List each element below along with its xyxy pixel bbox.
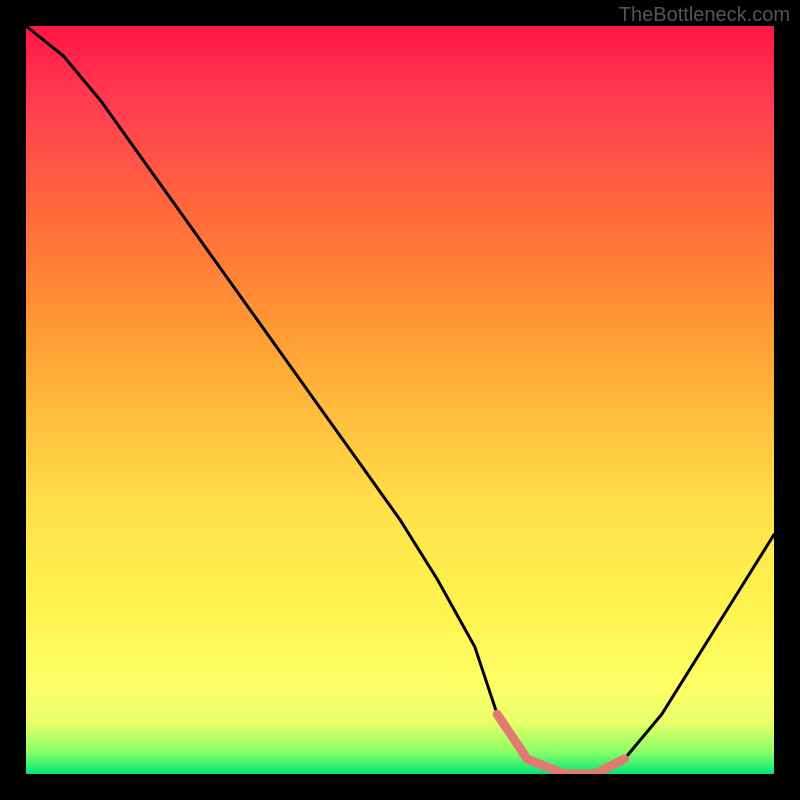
watermark-text: TheBottleneck.com (619, 4, 790, 27)
chart-area (26, 26, 774, 774)
curve-svg (26, 26, 774, 774)
optimal-segment-line (497, 714, 624, 774)
bottleneck-curve-line (26, 26, 774, 774)
